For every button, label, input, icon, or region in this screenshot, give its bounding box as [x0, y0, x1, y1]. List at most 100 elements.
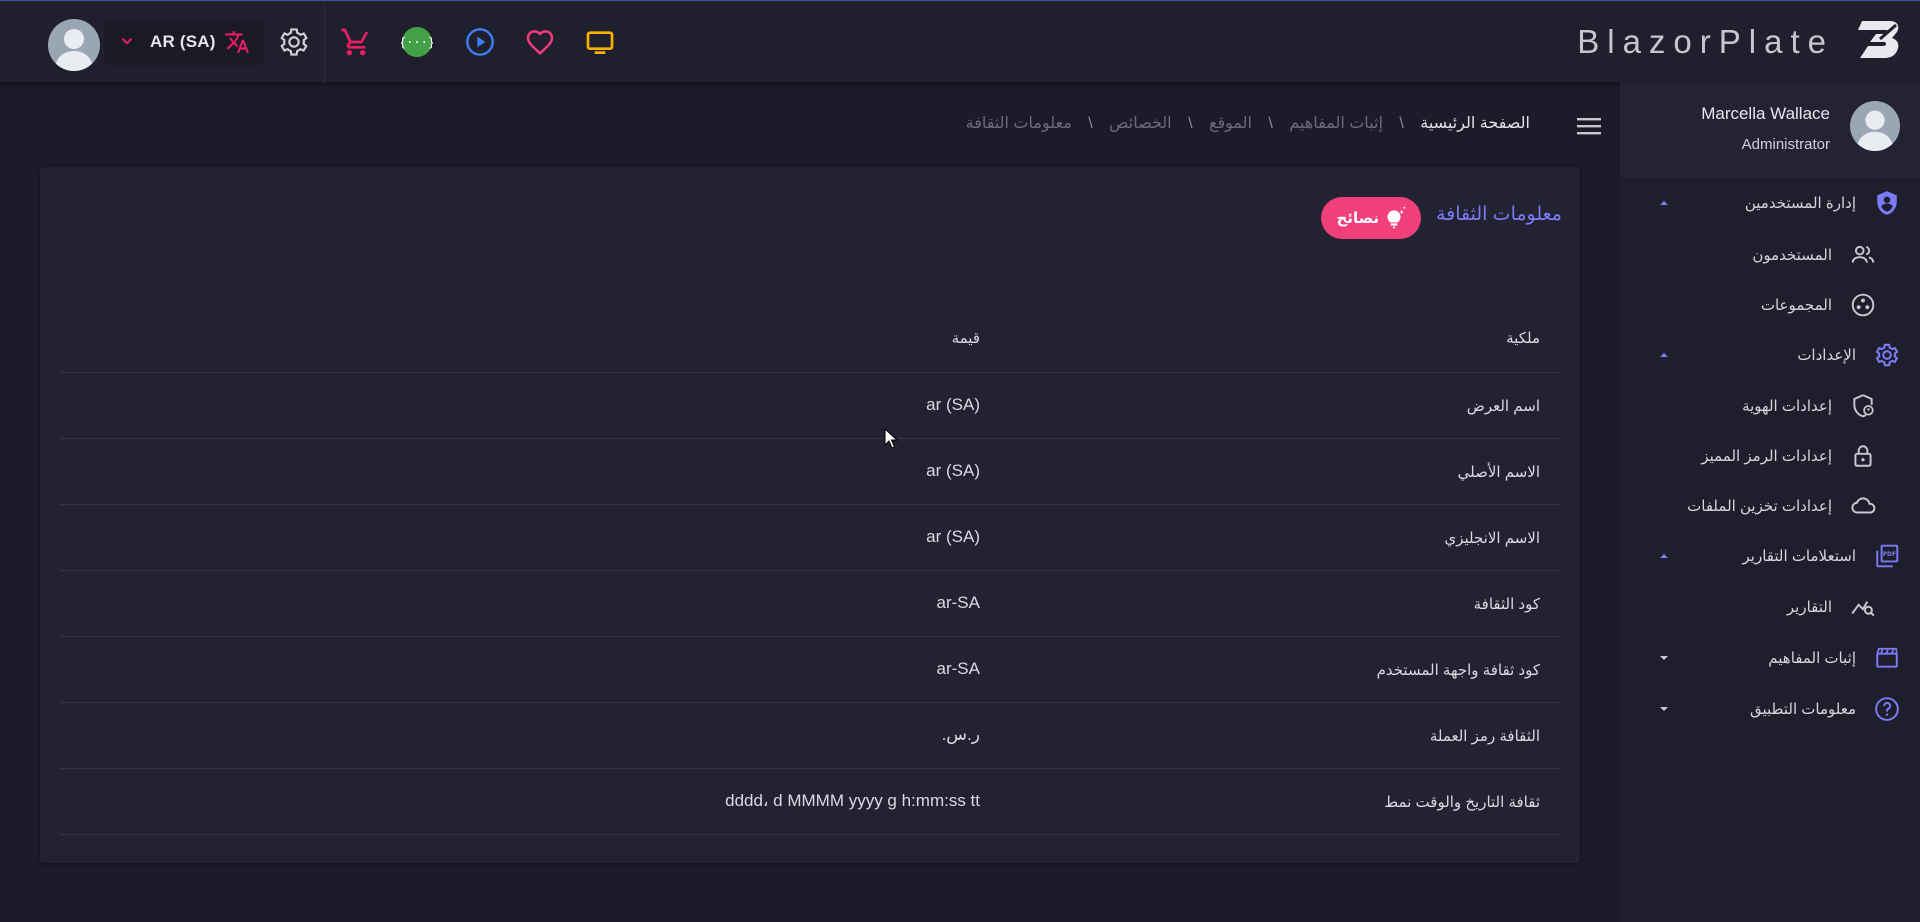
nav-label: الإعدادات	[1797, 347, 1856, 364]
nav-label: استعلامات التقارير	[1742, 548, 1856, 565]
chevron-down-icon[interactable]	[118, 32, 136, 50]
breadcrumb-separator: \	[1268, 115, 1273, 132]
breadcrumb-properties: الخصائص	[1109, 115, 1172, 132]
lightbulb-icon	[1387, 206, 1406, 229]
cell-value: ar (SA)	[926, 395, 980, 414]
nav-users[interactable]: المستخدمون	[1620, 235, 1920, 275]
table-header-row: ملكية قيمة	[60, 297, 1560, 373]
sidebar: Marcella Wallace Administrator إدارة الم…	[1620, 82, 1920, 922]
cell-value: ر.س.‏	[941, 725, 980, 744]
culture-info-table: ملكية قيمة اسم العرض ar (SA) الاسم الأصل…	[60, 297, 1560, 835]
top-app-bar: AR (SA) {···} BlazorPlate	[0, 0, 1920, 83]
nav-label: المجموعات	[1760, 297, 1832, 314]
nav-groups[interactable]: المجموعات	[1620, 285, 1920, 325]
nav-label: إثبات المفاهيم	[1768, 650, 1856, 667]
help-icon	[1875, 697, 1899, 721]
groups-icon	[1851, 293, 1875, 317]
table-row: الاسم الأصلي ar (SA)	[60, 439, 1560, 505]
nav-label: التقارير	[1786, 599, 1832, 616]
api-icon[interactable]: {···}	[401, 26, 433, 58]
clapper-icon	[1876, 647, 1898, 668]
identity-shield-icon	[1853, 394, 1874, 418]
nav-app-info[interactable]: معلومات التطبيق	[1620, 689, 1920, 729]
nav-settings[interactable]: الإعدادات	[1620, 335, 1920, 375]
nav-user-management[interactable]: إدارة المستخدمين	[1620, 183, 1920, 223]
profile-name: Marcella Wallace	[1701, 104, 1830, 123]
caret-up-icon[interactable]	[1656, 195, 1672, 211]
table-row: كود ثقافة واجهة المستخدم ar-SA	[60, 637, 1560, 703]
table-row: الاسم الانجليزي ar (SA)	[60, 505, 1560, 571]
cell-property: اسم العرض	[1466, 398, 1540, 415]
breadcrumb-separator: \	[1399, 115, 1404, 132]
user-profile[interactable]: Marcella Wallace Administrator	[1620, 82, 1920, 178]
table-row: اسم العرض ar (SA)	[60, 373, 1560, 439]
mouse-cursor-icon	[884, 428, 898, 449]
nav-label: إعدادات الهوية	[1742, 398, 1832, 415]
cell-property: الثقافة رمز العملة	[1429, 728, 1540, 745]
tips-label: نصائح	[1336, 210, 1380, 227]
cell-property: الاسم الأصلي	[1457, 464, 1540, 481]
play-icon[interactable]	[464, 26, 496, 58]
language-label[interactable]: AR (SA)	[150, 32, 216, 52]
caret-down-icon[interactable]	[1656, 650, 1672, 666]
caret-down-icon[interactable]	[1656, 701, 1672, 717]
nav-token-settings[interactable]: إعدادات الرمز المميز	[1620, 436, 1920, 476]
heart-icon[interactable]	[524, 26, 556, 58]
caret-up-icon[interactable]	[1656, 347, 1672, 363]
menu-toggle-icon[interactable]	[1576, 115, 1602, 137]
nav-report-queries[interactable]: PDF استعلامات التقارير	[1620, 536, 1920, 576]
cell-value: ar-SA	[936, 659, 980, 678]
breadcrumb-localization: الموقع	[1208, 115, 1252, 132]
users-icon	[1851, 245, 1875, 263]
nav-label: إعدادات تخزين الملفات	[1687, 498, 1832, 515]
culture-info-card: معلومات الثقافة نصائح ملكية قيمة اسم الع…	[40, 167, 1580, 863]
cell-value: dddd، d MMMM yyyy g h:mm:ss tt	[725, 791, 980, 810]
brand-name: BlazorPlate	[1577, 23, 1834, 60]
tips-button[interactable]: نصائح	[1321, 197, 1421, 239]
profile-avatar[interactable]	[1850, 101, 1900, 151]
svg-text:{···}: {···}	[401, 36, 433, 50]
translate-icon[interactable]	[224, 29, 250, 55]
nav-label: إعدادات الرمز المميز	[1701, 448, 1832, 465]
gear-icon	[1875, 343, 1899, 367]
cell-property: الاسم الانجليزي	[1444, 530, 1540, 547]
caret-up-icon[interactable]	[1656, 548, 1672, 564]
nav-identity-settings[interactable]: إعدادات الهوية	[1620, 386, 1920, 426]
nav-proof-of-concepts[interactable]: إثبات المفاهيم	[1620, 638, 1920, 678]
pdf-icon: PDF	[1876, 544, 1899, 568]
svg-text:PDF: PDF	[1883, 551, 1896, 558]
monitor-icon[interactable]	[584, 26, 616, 58]
cell-property: كود الثقافة	[1473, 596, 1540, 613]
cloud-icon	[1851, 497, 1876, 514]
page-title: معلومات الثقافة	[1435, 204, 1562, 225]
cell-value: ar (SA)	[926, 461, 980, 480]
settings-icon[interactable]	[278, 26, 310, 58]
column-header-value: قيمة	[951, 330, 980, 347]
table-row: كود الثقافة ar-SA	[60, 571, 1560, 637]
nav-label: المستخدمون	[1752, 247, 1832, 264]
table-row: ثقافة التاريخ والوقت نمط dddd، d MMMM yy…	[60, 769, 1560, 835]
cell-property: ثقافة التاريخ والوقت نمط	[1384, 794, 1540, 811]
cell-value: ar (SA)	[926, 527, 980, 546]
nav-reports[interactable]: التقارير	[1620, 587, 1920, 627]
brand-logo-icon[interactable]	[1856, 17, 1902, 61]
breadcrumb-culture-info: معلومات الثقافة	[965, 115, 1072, 132]
column-header-property: ملكية	[1506, 330, 1540, 347]
breadcrumb-home[interactable]: الصفحة الرئيسية	[1420, 115, 1530, 132]
cell-value: ar-SA	[936, 593, 980, 612]
cart-icon[interactable]	[340, 26, 372, 58]
user-avatar[interactable]	[48, 19, 100, 71]
nav-label: إدارة المستخدمين	[1744, 195, 1856, 212]
lock-icon	[1854, 445, 1872, 467]
breadcrumb-separator: \	[1188, 115, 1193, 132]
profile-role: Administrator	[1741, 136, 1830, 153]
toolbar-divider	[324, 1, 325, 83]
breadcrumb-separator: \	[1088, 115, 1093, 132]
breadcrumb: الصفحة الرئيسية \ إثبات المفاهيم \ الموق…	[966, 113, 1530, 133]
table-row: الثقافة رمز العملة ر.س.‏	[60, 703, 1560, 769]
cell-property: كود ثقافة واجهة المستخدم	[1376, 662, 1540, 679]
chart-search-icon	[1851, 601, 1875, 617]
nav-file-storage-settings[interactable]: إعدادات تخزين الملفات	[1620, 486, 1920, 526]
shield-icon	[1877, 191, 1897, 215]
nav-label: معلومات التطبيق	[1749, 701, 1856, 718]
